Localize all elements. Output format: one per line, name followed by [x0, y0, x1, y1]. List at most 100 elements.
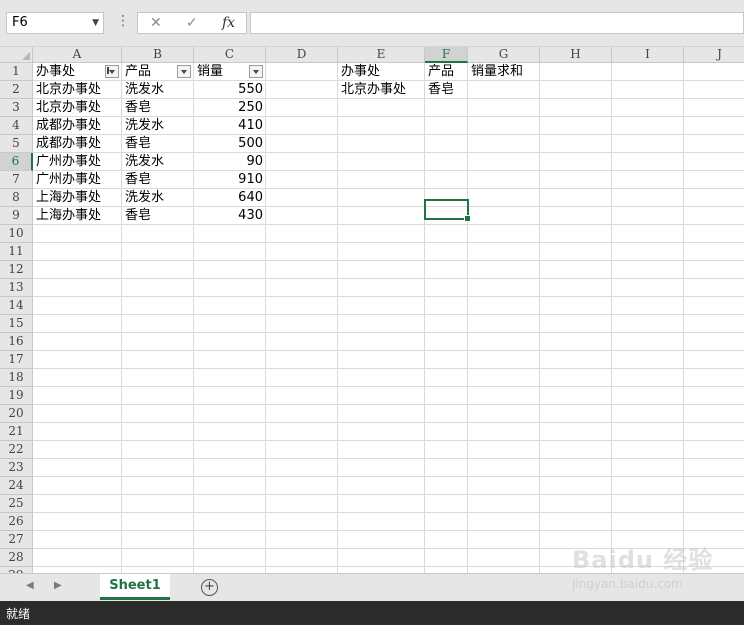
- data-cell[interactable]: 洗发水: [123, 153, 193, 171]
- grid-line: [33, 332, 744, 333]
- row-header-26[interactable]: 26: [0, 513, 33, 531]
- data-cell[interactable]: 上海办事处: [34, 207, 121, 225]
- column-header-j[interactable]: J: [684, 47, 744, 63]
- data-cell[interactable]: 香皂: [123, 99, 193, 117]
- row-header-24[interactable]: 24: [0, 477, 33, 495]
- grid-line: [33, 440, 744, 441]
- formula-bar: F6 ▼ ⋮ ✕ ✓ fx: [0, 0, 744, 47]
- watermark: Baidu 经验 jingyan.baidu.com: [572, 540, 713, 591]
- criteria-value-cell[interactable]: 香皂: [426, 81, 467, 99]
- row-header-16[interactable]: 16: [0, 333, 33, 351]
- criteria-value-cell[interactable]: 北京办事处: [339, 81, 424, 99]
- column-header-f[interactable]: F: [425, 47, 468, 63]
- column-header-e[interactable]: E: [338, 47, 425, 63]
- grid-line: [33, 530, 744, 531]
- data-cell[interactable]: 910: [195, 171, 265, 189]
- next-sheet-icon[interactable]: ▶: [54, 580, 62, 591]
- row-header-19[interactable]: 19: [0, 387, 33, 405]
- data-cell[interactable]: 成都办事处: [34, 117, 121, 135]
- row-header-20[interactable]: 20: [0, 405, 33, 423]
- more-options-icon[interactable]: ⋮: [116, 13, 130, 29]
- data-cell[interactable]: 香皂: [123, 135, 193, 153]
- row-header-11[interactable]: 11: [0, 243, 33, 261]
- column-header-i[interactable]: I: [612, 47, 684, 63]
- row-header-22[interactable]: 22: [0, 441, 33, 459]
- column-header-g[interactable]: G: [468, 47, 540, 63]
- criteria-header-cell[interactable]: 产品: [426, 63, 467, 81]
- row-header-17[interactable]: 17: [0, 351, 33, 369]
- row-header-8[interactable]: 8: [0, 189, 33, 207]
- criteria-value-cell[interactable]: [469, 81, 539, 99]
- grid-line: [33, 476, 744, 477]
- grid-line: [683, 63, 684, 573]
- row-header-2[interactable]: 2: [0, 81, 33, 99]
- grid-line: [33, 296, 744, 297]
- watermark-logo: Baidu 经验: [572, 546, 714, 574]
- row-header-21[interactable]: 21: [0, 423, 33, 441]
- row-header-18[interactable]: 18: [0, 369, 33, 387]
- row-header-5[interactable]: 5: [0, 135, 33, 153]
- filter-dropdown-icon[interactable]: [177, 65, 191, 78]
- row-header-12[interactable]: 12: [0, 261, 33, 279]
- grid-line: [33, 494, 744, 495]
- data-cell[interactable]: 洗发水: [123, 81, 193, 99]
- column-header-c[interactable]: C: [194, 47, 266, 63]
- row-header-25[interactable]: 25: [0, 495, 33, 513]
- data-cell[interactable]: 北京办事处: [34, 81, 121, 99]
- data-cell[interactable]: 550: [195, 81, 265, 99]
- row-header-1[interactable]: 1: [0, 63, 33, 81]
- column-header-h[interactable]: H: [540, 47, 612, 63]
- row-header-23[interactable]: 23: [0, 459, 33, 477]
- data-cell[interactable]: 410: [195, 117, 265, 135]
- column-header-a[interactable]: A: [33, 47, 122, 63]
- row-header-9[interactable]: 9: [0, 207, 33, 225]
- data-cell[interactable]: 500: [195, 135, 265, 153]
- data-cell[interactable]: 430: [195, 207, 265, 225]
- sheet-tab-sheet1[interactable]: Sheet1: [100, 574, 170, 600]
- data-cell[interactable]: 洗发水: [123, 189, 193, 207]
- formula-buttons: ✕ ✓ fx: [137, 12, 247, 34]
- row-header-7[interactable]: 7: [0, 171, 33, 189]
- grid-line: [265, 63, 266, 573]
- formula-input[interactable]: [250, 12, 744, 34]
- data-cell[interactable]: 上海办事处: [34, 189, 121, 207]
- row-header-13[interactable]: 13: [0, 279, 33, 297]
- data-cell[interactable]: 香皂: [123, 207, 193, 225]
- criteria-header-cell[interactable]: 销量求和: [469, 63, 539, 81]
- data-cell[interactable]: 90: [195, 153, 265, 171]
- row-header-10[interactable]: 10: [0, 225, 33, 243]
- filter-dropdown-icon[interactable]: [249, 65, 263, 78]
- chevron-down-icon[interactable]: ▼: [92, 13, 99, 33]
- fill-handle[interactable]: [464, 215, 471, 222]
- cancel-icon[interactable]: ✕: [150, 15, 162, 31]
- data-cell[interactable]: 香皂: [123, 171, 193, 189]
- row-header-4[interactable]: 4: [0, 117, 33, 135]
- row-header-6[interactable]: 6: [0, 153, 33, 171]
- select-all-corner[interactable]: [0, 47, 33, 63]
- enter-icon[interactable]: ✓: [186, 15, 198, 31]
- spreadsheet-grid[interactable]: A B C D E F G H I J 1 2 3 4 5 6 7 8 9 10 11 12 13 14 15 16 17 18 19 2…: [0, 47, 744, 573]
- criteria-header-cell[interactable]: 办事处: [339, 63, 424, 81]
- data-cell[interactable]: 洗发水: [123, 117, 193, 135]
- active-cell-selection[interactable]: [424, 199, 471, 222]
- column-header-d[interactable]: D: [266, 47, 338, 63]
- prev-sheet-icon[interactable]: ◀: [26, 580, 34, 591]
- row-header-15[interactable]: 15: [0, 315, 33, 333]
- grid-line: [193, 63, 194, 573]
- filter-dropdown-icon[interactable]: [105, 65, 119, 78]
- row-header-27[interactable]: 27: [0, 531, 33, 549]
- data-cell[interactable]: 250: [195, 99, 265, 117]
- data-cell[interactable]: 成都办事处: [34, 135, 121, 153]
- name-box[interactable]: F6 ▼: [6, 12, 104, 34]
- row-header-3[interactable]: 3: [0, 99, 33, 117]
- add-sheet-icon[interactable]: +: [201, 579, 218, 596]
- row-header-14[interactable]: 14: [0, 297, 33, 315]
- data-cell[interactable]: 北京办事处: [34, 99, 121, 117]
- insert-function-icon[interactable]: fx: [222, 15, 235, 31]
- data-cell[interactable]: 广州办事处: [34, 171, 121, 189]
- column-header-b[interactable]: B: [122, 47, 194, 63]
- data-cell[interactable]: 广州办事处: [34, 153, 121, 171]
- grid-line: [467, 63, 468, 573]
- row-header-28[interactable]: 28: [0, 549, 33, 567]
- data-cell[interactable]: 640: [195, 189, 265, 207]
